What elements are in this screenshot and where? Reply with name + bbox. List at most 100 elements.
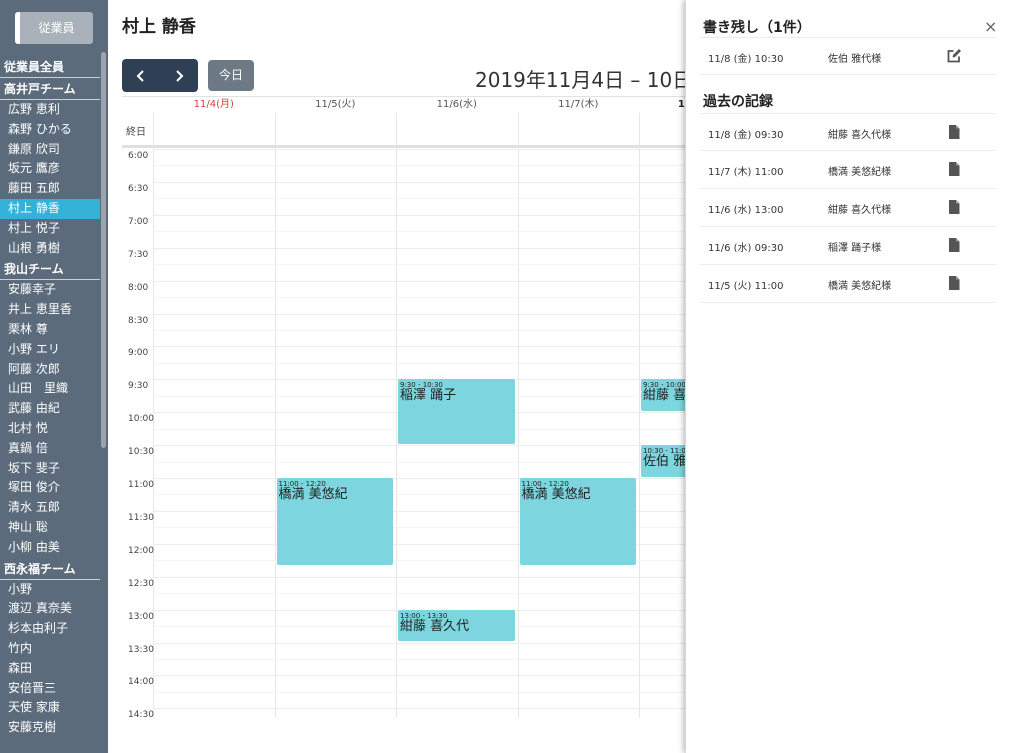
employee-button[interactable]: 従業員 xyxy=(15,12,93,44)
sidebar-employee-item[interactable]: 阿藤 次郎 xyxy=(0,360,100,380)
sidebar-group-header[interactable]: 高井戸チーム xyxy=(0,80,100,100)
allday-label: 終日 xyxy=(126,127,146,138)
sidebar-employee-item[interactable]: 竹内 xyxy=(0,639,100,659)
time-slot-line xyxy=(153,214,685,216)
record-date: 11/8 (金) 10:30 xyxy=(708,54,784,65)
sidebar-employee-item[interactable]: 村上 静香 xyxy=(0,198,100,219)
sidebar-employee-item[interactable]: 安藤幸子 xyxy=(0,280,100,300)
edit-icon[interactable] xyxy=(946,48,962,64)
sidebar-employee-item[interactable]: 神山 聡 xyxy=(0,518,100,538)
record-client-name: 紺藤 喜久代様 xyxy=(828,205,892,216)
document-icon[interactable] xyxy=(946,237,962,253)
record-client-name: 稲澤 踊子様 xyxy=(828,243,882,254)
sidebar-employee-item[interactable]: 清水 五郎 xyxy=(0,498,100,518)
sidebar-employee-item[interactable]: 藤田 五郎 xyxy=(0,179,100,199)
day-header[interactable]: 11/6(水) xyxy=(396,97,518,113)
sidebar-employee-item[interactable]: 渡辺 真奈美 xyxy=(0,599,100,619)
sidebar-group-header[interactable]: 西永福チーム xyxy=(0,560,100,580)
sidebar-employee-item[interactable]: 杉本由利子 xyxy=(0,619,100,639)
sidebar-employee-item[interactable]: 真鍋 倍 xyxy=(0,439,100,459)
sidebar-employee-item[interactable]: 安藤克樹 xyxy=(0,718,100,738)
prev-week-button[interactable] xyxy=(122,59,160,92)
time-slot-line xyxy=(153,576,685,578)
week-nav xyxy=(122,59,198,92)
document-icon[interactable] xyxy=(946,161,962,177)
record-row[interactable]: 11/5 (火) 11:00 橋満 美悠紀様 xyxy=(700,265,996,303)
chevron-left-icon xyxy=(136,69,144,82)
event-client-name: 佐伯 雅代 xyxy=(643,454,685,470)
time-label: 10:30 xyxy=(128,447,154,458)
sidebar-group-header[interactable]: 従業員全員 xyxy=(0,58,100,78)
sidebar-employee-item[interactable]: 小柳 由美 xyxy=(0,538,100,558)
sidebar-employee-item[interactable]: 栗林 尊 xyxy=(0,320,100,340)
time-label: 12:30 xyxy=(128,578,154,589)
sidebar-employee-item[interactable]: 武藤 由紀 xyxy=(0,399,100,419)
calendar-event[interactable]: 9:30 - 10:30 稲澤 踊子 xyxy=(398,379,515,445)
sidebar-employee-item[interactable]: 小野 エリ xyxy=(0,340,100,360)
day-header[interactable]: 11/8(金) xyxy=(639,97,685,113)
chevron-right-icon xyxy=(176,69,184,82)
record-row[interactable]: 11/8 (金) 10:30 佐伯 雅代様 xyxy=(700,37,996,75)
today-button[interactable]: 今日 xyxy=(208,60,254,91)
sidebar-employee-item[interactable]: 山根 勇樹 xyxy=(0,239,100,259)
event-client-name: 紺藤 喜久代 xyxy=(643,388,685,404)
day-column-divider xyxy=(639,113,640,718)
day-header[interactable]: 11/7(木) xyxy=(518,97,640,113)
time-slot-half-line xyxy=(153,264,685,266)
drafts-title: 書き残し（1件） xyxy=(703,20,811,36)
sidebar-employee-item[interactable]: 北村 悦 xyxy=(0,419,100,439)
document-icon[interactable] xyxy=(946,275,962,291)
record-row[interactable]: 11/8 (金) 09:30 紺藤 喜久代様 xyxy=(700,113,996,151)
sidebar-employee-item[interactable]: 天使 家康 xyxy=(0,698,100,718)
past-records-title: 過去の記録 xyxy=(703,94,773,110)
day-column-divider xyxy=(396,113,397,718)
time-slot-half-line xyxy=(153,691,685,693)
sidebar-employee-item[interactable]: 塚田 俊介 xyxy=(0,478,100,498)
calendar-event[interactable]: 13:00 - 13:30 紺藤 喜久代 xyxy=(398,609,515,642)
calendar-event[interactable]: 9:30 - 10:00紺藤 喜久代 xyxy=(641,379,685,412)
record-date: 11/7 (木) 11:00 xyxy=(708,167,784,178)
sidebar-employee-item[interactable]: 井上 恵里香 xyxy=(0,300,100,320)
time-label: 8:00 xyxy=(128,282,149,293)
calendar-event[interactable]: 10:30 - 11:00佐伯 雅代 xyxy=(641,445,685,477)
calendar-event[interactable]: 11:00 - 12:20 橋満 美悠紀 xyxy=(519,478,636,565)
time-slot-half-line xyxy=(153,593,685,595)
time-label: 14:00 xyxy=(128,677,154,688)
sidebar-employee-item[interactable]: 安倍晋三 xyxy=(0,679,100,699)
sidebar-employee-item[interactable]: 森野 ひかる xyxy=(0,120,100,140)
record-client-name: 橋満 美悠紀様 xyxy=(828,167,892,178)
day-header[interactable]: 11/4(月) xyxy=(153,97,275,113)
time-slot-half-line xyxy=(153,658,685,660)
document-icon[interactable] xyxy=(946,124,962,140)
record-client-name: 橋満 美悠紀様 xyxy=(828,281,892,292)
sidebar-employee-item[interactable]: 坂下 斐子 xyxy=(0,459,100,479)
day-header[interactable]: 11/5(火) xyxy=(275,97,397,113)
record-row[interactable]: 11/6 (水) 09:30 稲澤 踊子様 xyxy=(700,227,996,265)
record-date: 11/6 (水) 13:00 xyxy=(708,205,784,216)
sidebar-employee-item[interactable]: 坂元 鷹彦 xyxy=(0,159,100,179)
sidebar-employee-item[interactable]: 小野 xyxy=(0,580,100,600)
event-client-name: 橋満 美悠紀 xyxy=(521,487,591,502)
sidebar-employee-item[interactable]: 山田 里織 xyxy=(0,379,100,399)
sidebar-employee-item[interactable]: 鎌原 欣司 xyxy=(0,140,100,160)
time-label: 13:30 xyxy=(128,644,154,655)
calendar-event[interactable]: 11:00 - 12:20 橋満 美悠紀 xyxy=(276,478,393,565)
record-row[interactable]: 11/6 (水) 13:00 紺藤 喜久代様 xyxy=(700,189,996,227)
time-slot-half-line xyxy=(153,329,685,331)
time-label: 11:30 xyxy=(128,512,154,523)
sidebar-employee-item[interactable]: 広野 恵利 xyxy=(0,100,100,120)
time-slot-line xyxy=(153,346,685,348)
document-icon[interactable] xyxy=(946,199,962,215)
record-client-name: 佐伯 雅代様 xyxy=(828,54,882,65)
time-slot-half-line xyxy=(153,362,685,364)
record-row[interactable]: 11/7 (木) 11:00 橋満 美悠紀様 xyxy=(700,151,996,189)
sidebar-scrollbar[interactable] xyxy=(101,52,106,448)
sidebar-group-header[interactable]: 我山チーム xyxy=(0,260,100,281)
time-label: 8:30 xyxy=(128,315,149,326)
time-label: 14:30 xyxy=(128,710,154,718)
close-icon[interactable]: × xyxy=(984,17,997,36)
time-slot-line xyxy=(153,280,685,282)
sidebar-employee-item[interactable]: 森田 xyxy=(0,659,100,679)
next-week-button[interactable] xyxy=(160,59,198,92)
sidebar-employee-item[interactable]: 村上 悦子 xyxy=(0,219,100,239)
